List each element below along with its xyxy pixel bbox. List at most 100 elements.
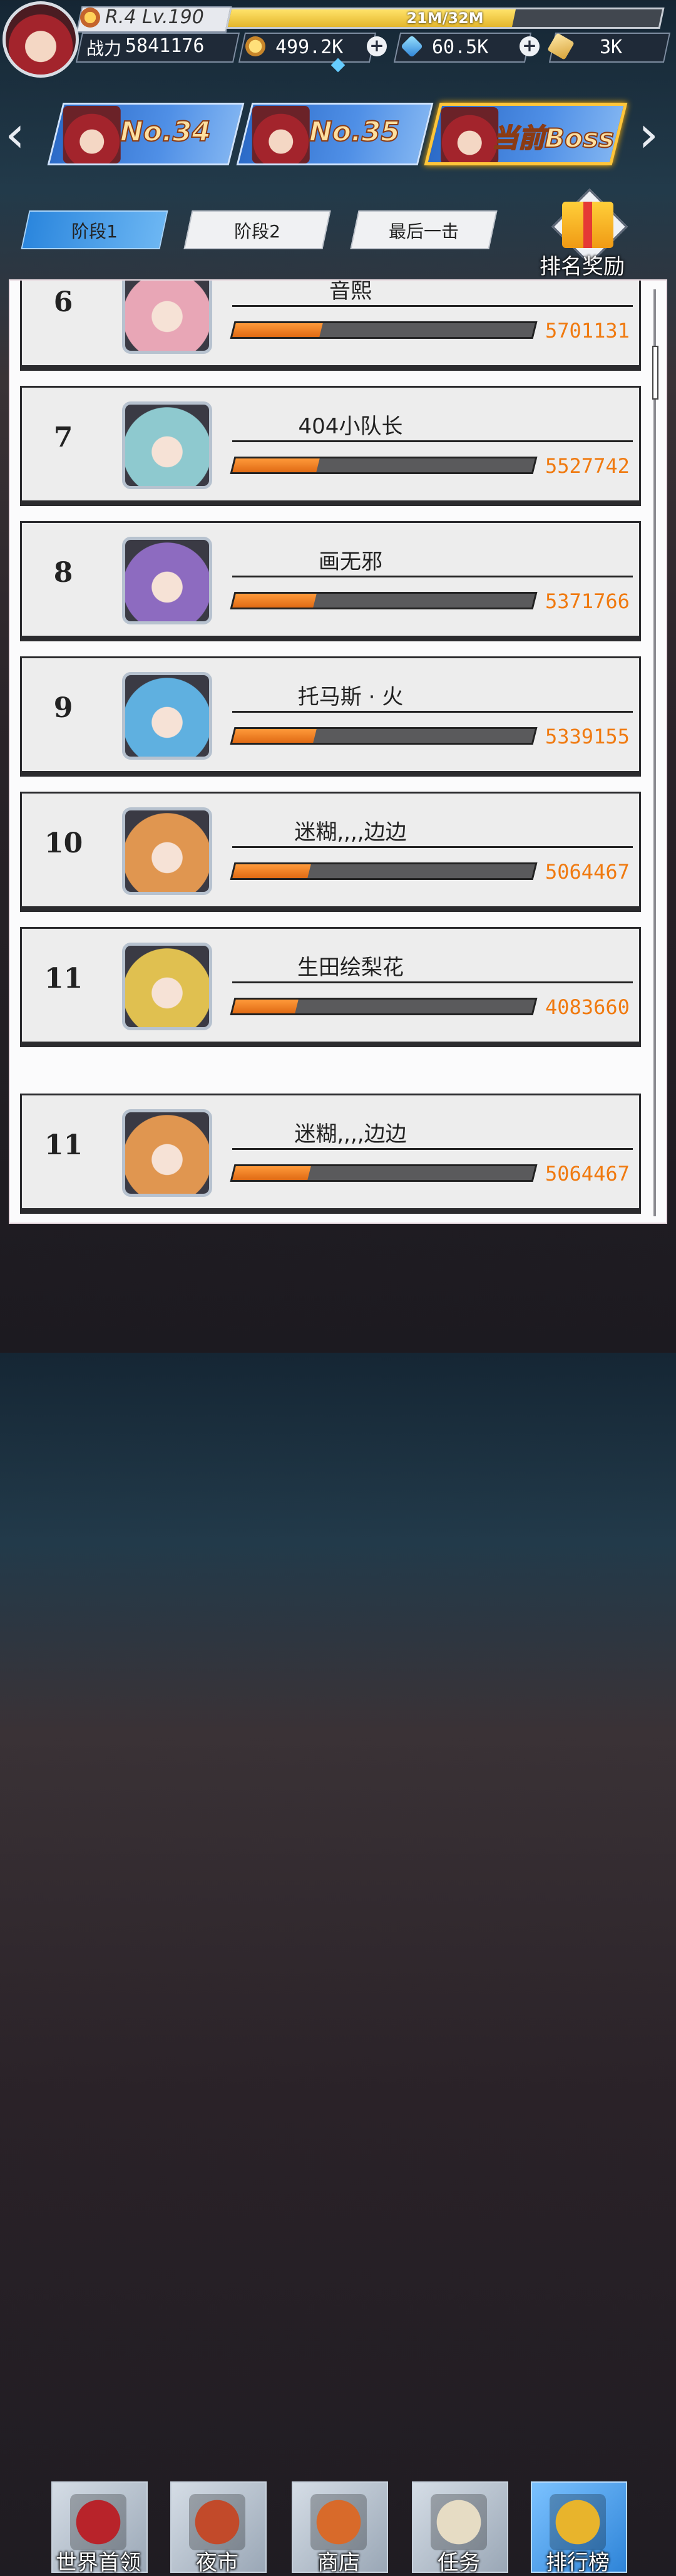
damage-bar-fill bbox=[232, 729, 317, 743]
coin-icon bbox=[245, 36, 265, 56]
player-name: 迷糊,,,,边边 bbox=[294, 820, 407, 845]
boss-tab-current[interactable]: 当前Boss bbox=[424, 103, 628, 165]
damage-bar bbox=[230, 998, 538, 1015]
damage-score: 5339155 bbox=[545, 725, 630, 748]
nav-night-market-label: 夜市 bbox=[196, 2550, 238, 2575]
rank-number: 6 bbox=[53, 286, 73, 318]
player-portrait bbox=[122, 281, 212, 354]
demon-mask-icon bbox=[70, 2494, 126, 2550]
chevron-left-icon[interactable]: ‹ bbox=[5, 106, 25, 163]
top-bar: R.4 Lv.190 21M/32M 战力 5841176 499.2K + 6… bbox=[0, 0, 676, 78]
boss-tab-no35[interactable]: No.35 bbox=[236, 103, 434, 165]
damage-bar bbox=[230, 321, 538, 339]
ranking-list[interactable]: 6 音熙 5701131 7 404小队长 5527742 8 画无邪 5371… bbox=[9, 279, 667, 1224]
scrollbar-thumb[interactable] bbox=[652, 346, 658, 400]
player-level: R.4 Lv.190 bbox=[105, 6, 204, 28]
divider bbox=[232, 981, 633, 983]
damage-bar-fill bbox=[232, 458, 320, 472]
player-avatar[interactable] bbox=[3, 1, 79, 78]
boss-tab-label: 当前Boss bbox=[491, 122, 615, 154]
player-portrait bbox=[122, 672, 212, 760]
ticket-value: 3K bbox=[600, 36, 623, 58]
coin-value: 499.2K bbox=[275, 36, 344, 58]
tab-last-hit-label: 最后一击 bbox=[388, 221, 459, 242]
damage-score: 5064467 bbox=[545, 860, 630, 884]
boss-portrait bbox=[441, 107, 499, 165]
damage-bar-fill bbox=[232, 1000, 299, 1013]
player-name: 画无邪 bbox=[319, 549, 382, 574]
ranking-row[interactable]: 6 音熙 5701131 bbox=[20, 279, 641, 367]
shop-stall-icon bbox=[310, 2494, 367, 2550]
boss-tab-label: No.34 bbox=[120, 115, 212, 148]
divider bbox=[232, 305, 633, 307]
power-label: 战力 bbox=[86, 38, 122, 59]
exp-bar: 21M/32M bbox=[225, 8, 665, 29]
damage-score: 5064467 bbox=[545, 1162, 630, 1186]
player-portrait bbox=[122, 943, 212, 1030]
divider bbox=[232, 846, 633, 848]
bottom-nav: 世界首领 夜市 商店 任务 排行榜 bbox=[0, 1228, 676, 2575]
damage-bar-fill bbox=[232, 323, 323, 337]
divider bbox=[232, 440, 633, 442]
damage-score: 5371766 bbox=[545, 589, 630, 613]
damage-score: 4083660 bbox=[545, 995, 630, 1019]
rank-number: 9 bbox=[53, 692, 73, 724]
player-portrait bbox=[122, 1109, 212, 1197]
player-portrait bbox=[122, 401, 212, 489]
add-gem-button[interactable]: + bbox=[520, 36, 540, 56]
ranking-row[interactable]: 9 托马斯 · 火 5339155 bbox=[20, 656, 641, 773]
damage-bar-fill bbox=[232, 1166, 311, 1180]
ranking-row[interactable]: 11 生田绘梨花 4083660 bbox=[20, 927, 641, 1043]
damage-score: 5701131 bbox=[545, 319, 630, 343]
nav-world-boss-label: 世界首领 bbox=[56, 2550, 141, 2575]
gem-value: 60.5K bbox=[432, 36, 489, 58]
divider bbox=[232, 576, 633, 577]
player-name: 托马斯 · 火 bbox=[297, 685, 404, 710]
rank-number: 10 bbox=[44, 827, 83, 859]
boss-portrait bbox=[63, 106, 121, 163]
damage-score: 5527742 bbox=[545, 454, 630, 478]
scroll-medal-icon bbox=[431, 2494, 487, 2550]
tab-stage-2-label: 阶段2 bbox=[234, 221, 280, 242]
boss-tab-label: No.35 bbox=[309, 115, 401, 148]
nav-quests-label: 任务 bbox=[438, 2550, 480, 2575]
tab-stage-1-label: 阶段1 bbox=[71, 221, 118, 242]
rank-number: 11 bbox=[44, 1129, 83, 1161]
rank-number: 8 bbox=[53, 557, 73, 589]
rank-reward-label[interactable]: 排名奖励 bbox=[540, 249, 625, 280]
rank-badge-icon bbox=[80, 8, 100, 28]
exp-text: 21M/32M bbox=[406, 9, 484, 27]
gift-ribbon bbox=[583, 202, 592, 248]
player-name: 迷糊,,,,边边 bbox=[294, 1122, 407, 1147]
boss-tab-no34[interactable]: No.34 bbox=[47, 103, 245, 165]
damage-bar bbox=[230, 457, 538, 474]
power-value: 5841176 bbox=[125, 35, 205, 57]
player-name: 生田绘梨花 bbox=[297, 955, 404, 980]
ranking-row[interactable]: 10 迷糊,,,,边边 5064467 bbox=[20, 792, 641, 908]
damage-bar bbox=[230, 727, 538, 745]
rank-number: 7 bbox=[53, 422, 73, 453]
damage-bar bbox=[230, 862, 538, 880]
boss-portrait bbox=[252, 106, 310, 163]
nav-shop-label: 商店 bbox=[317, 2550, 360, 2575]
my-ranking-row[interactable]: 11 迷糊,,,,边边 5064467 bbox=[20, 1094, 641, 1210]
divider bbox=[232, 711, 633, 713]
trophy-icon bbox=[550, 2494, 606, 2550]
player-portrait bbox=[122, 807, 212, 895]
nav-leaderboard-label: 排行榜 bbox=[546, 2550, 610, 2575]
chevron-right-icon[interactable]: › bbox=[638, 106, 658, 163]
torii-gate-icon bbox=[189, 2494, 245, 2550]
damage-bar-fill bbox=[232, 864, 311, 878]
scrollbar-track[interactable] bbox=[653, 289, 656, 1216]
rank-number: 11 bbox=[44, 963, 83, 995]
ranking-row[interactable]: 7 404小队长 5527742 bbox=[20, 386, 641, 502]
player-portrait bbox=[122, 537, 212, 624]
damage-bar bbox=[230, 1164, 538, 1182]
player-name: 音熙 bbox=[329, 279, 372, 304]
ranking-row[interactable]: 8 画无邪 5371766 bbox=[20, 521, 641, 638]
damage-bar bbox=[230, 592, 538, 609]
player-name: 404小队长 bbox=[298, 414, 403, 439]
divider bbox=[232, 1148, 633, 1150]
damage-bar-fill bbox=[232, 594, 317, 608]
add-coin-button[interactable]: + bbox=[367, 36, 387, 56]
